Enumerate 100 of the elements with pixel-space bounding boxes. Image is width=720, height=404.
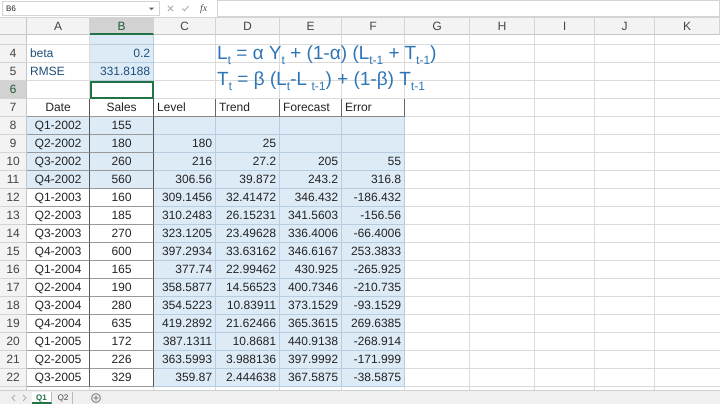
table-cell[interactable]: Q2-2005 — [27, 351, 90, 369]
table-cell[interactable]: 270 — [90, 225, 154, 243]
table-cell[interactable]: 190 — [90, 279, 154, 297]
table-cell[interactable]: 165 — [90, 261, 154, 279]
row-header[interactable]: 14 — [0, 225, 27, 243]
table-cell[interactable]: 367.5875 — [280, 369, 342, 387]
row-header[interactable]: 20 — [0, 333, 27, 351]
table-cell[interactable]: 331.8188 — [90, 63, 154, 81]
column-header[interactable]: I — [535, 18, 595, 35]
table-cell[interactable]: 269.6385 — [342, 315, 405, 333]
table-cell[interactable]: 359.87 — [154, 369, 216, 387]
column-header[interactable]: G — [405, 18, 470, 35]
table-cell[interactable]: 397.9992 — [280, 351, 342, 369]
select-all-corner[interactable] — [0, 18, 27, 35]
row-header[interactable]: 10 — [0, 153, 27, 171]
row-header[interactable]: 17 — [0, 279, 27, 297]
table-cell[interactable]: 260 — [90, 153, 154, 171]
table-cell[interactable]: 27.2 — [216, 153, 280, 171]
column-header[interactable]: F — [342, 18, 405, 35]
table-cell[interactable]: -156.56 — [342, 207, 405, 225]
formula-input[interactable] — [217, 0, 720, 17]
table-cell[interactable]: 600 — [90, 243, 154, 261]
table-cell[interactable]: 10.83911 — [216, 297, 280, 315]
shaded-cell[interactable] — [342, 135, 405, 153]
table-cell[interactable]: -38.5875 — [342, 369, 405, 387]
table-cell[interactable]: 373.1529 — [280, 297, 342, 315]
table-cell[interactable]: Trend — [216, 99, 280, 117]
table-cell[interactable]: 316.8 — [342, 171, 405, 189]
table-cell[interactable]: Sales — [90, 99, 154, 117]
table-cell[interactable]: 336.4006 — [280, 225, 342, 243]
table-cell[interactable]: Date — [27, 99, 90, 117]
table-cell[interactable]: Q3-2005 — [27, 369, 90, 387]
row-header[interactable]: 12 — [0, 189, 27, 207]
table-cell[interactable]: 341.5603 — [280, 207, 342, 225]
table-cell[interactable]: 560 — [90, 171, 154, 189]
table-cell[interactable]: 280 — [90, 297, 154, 315]
table-cell[interactable]: 14.56523 — [216, 279, 280, 297]
table-cell[interactable]: Q1-2005 — [27, 333, 90, 351]
table-cell[interactable]: -93.1529 — [342, 297, 405, 315]
table-cell[interactable]: 22.99462 — [216, 261, 280, 279]
add-sheet-icon[interactable] — [91, 392, 102, 402]
table-cell[interactable]: 160 — [90, 189, 154, 207]
table-cell[interactable]: 180 — [90, 135, 154, 153]
table-cell[interactable]: 397.2934 — [154, 243, 216, 261]
table-cell[interactable]: 329 — [90, 369, 154, 387]
row-header[interactable]: 6 — [0, 81, 27, 99]
row-header[interactable]: 16 — [0, 261, 27, 279]
table-cell[interactable]: Level — [154, 99, 216, 117]
column-header[interactable]: C — [154, 18, 216, 35]
table-cell[interactable]: 400.7346 — [280, 279, 342, 297]
row-header[interactable]: 4 — [0, 45, 27, 63]
sheet-tab[interactable]: Q1 — [32, 392, 52, 404]
table-cell[interactable]: -268.914 — [342, 333, 405, 351]
table-cell[interactable]: 358.5877 — [154, 279, 216, 297]
table-cell[interactable]: 21.62466 — [216, 315, 280, 333]
row-header[interactable]: 21 — [0, 351, 27, 369]
row-header[interactable] — [0, 387, 27, 390]
table-cell[interactable]: Q1-2004 — [27, 261, 90, 279]
table-cell[interactable]: 216 — [154, 153, 216, 171]
table-cell[interactable]: -66.4006 — [342, 225, 405, 243]
table-cell[interactable]: 32.41472 — [216, 189, 280, 207]
selected-cell[interactable] — [90, 81, 154, 99]
column-header[interactable]: B — [90, 18, 154, 35]
row-header[interactable]: 13 — [0, 207, 27, 225]
table-cell[interactable]: 39.872 — [216, 171, 280, 189]
table-cell[interactable]: 346.432 — [280, 189, 342, 207]
table-cell[interactable]: 172 — [90, 333, 154, 351]
table-cell[interactable]: 419.2892 — [154, 315, 216, 333]
table-cell[interactable]: Q2-2003 — [27, 207, 90, 225]
table-cell[interactable]: 363.5993 — [154, 351, 216, 369]
column-header[interactable]: D — [216, 18, 280, 35]
shaded-cell[interactable] — [154, 117, 216, 135]
table-cell[interactable]: Q3-2002 — [27, 153, 90, 171]
table-cell[interactable]: Q2-2002 — [27, 135, 90, 153]
row-header[interactable]: 15 — [0, 243, 27, 261]
shaded-cell[interactable] — [216, 117, 280, 135]
table-cell[interactable]: 205 — [280, 153, 342, 171]
table-cell[interactable]: 323.1205 — [154, 225, 216, 243]
row-header[interactable]: 22 — [0, 369, 27, 387]
row-header[interactable]: 18 — [0, 297, 27, 315]
table-cell[interactable]: Q1-2002 — [27, 117, 90, 135]
table-cell[interactable]: 430.925 — [280, 261, 342, 279]
shaded-cell[interactable] — [342, 117, 405, 135]
table-cell[interactable]: 2.444638 — [216, 369, 280, 387]
row-header[interactable] — [0, 35, 27, 45]
table-cell[interactable]: 3.988136 — [216, 351, 280, 369]
table-cell[interactable]: 10.8681 — [216, 333, 280, 351]
table-cell[interactable]: Q3-2003 — [27, 225, 90, 243]
table-cell[interactable]: Q2-2004 — [27, 279, 90, 297]
table-cell[interactable]: -210.735 — [342, 279, 405, 297]
check-icon[interactable] — [181, 4, 190, 13]
name-box[interactable]: B6 — [2, 1, 160, 16]
table-cell[interactable]: -186.432 — [342, 189, 405, 207]
table-cell[interactable]: 55 — [342, 153, 405, 171]
table-cell[interactable]: Q4-2002 — [27, 171, 90, 189]
row-header[interactable]: 11 — [0, 171, 27, 189]
column-header[interactable]: A — [27, 18, 90, 35]
table-cell[interactable]: 354.5223 — [154, 297, 216, 315]
table-cell[interactable]: 440.9138 — [280, 333, 342, 351]
table-cell[interactable]: 387.1311 — [154, 333, 216, 351]
